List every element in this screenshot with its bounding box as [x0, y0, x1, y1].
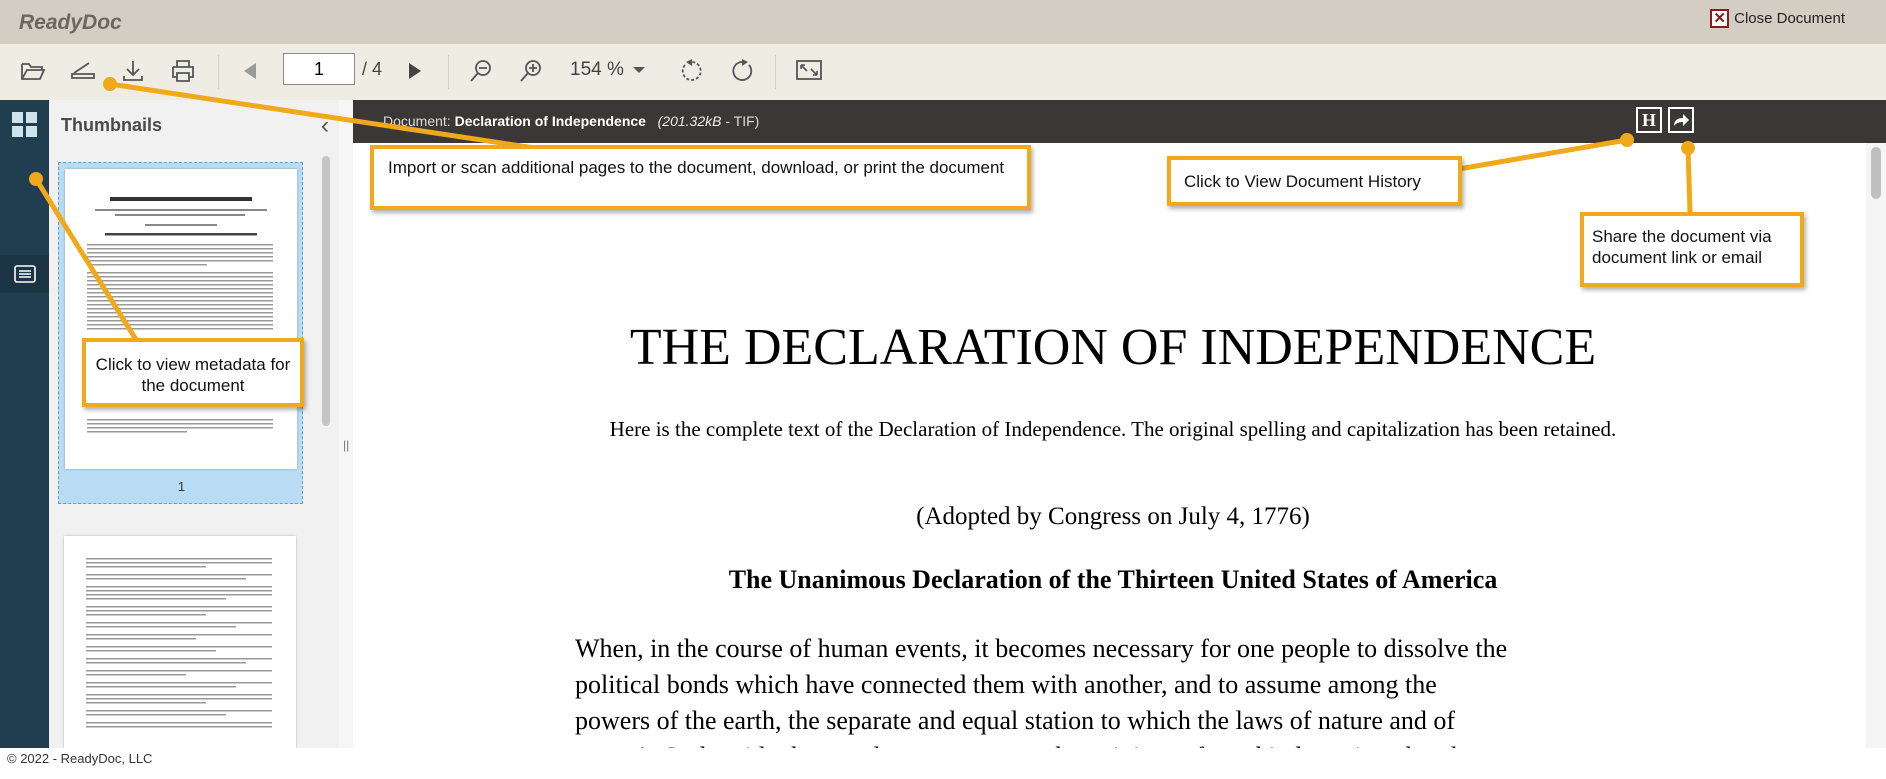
- zoom-in-icon[interactable]: [516, 56, 546, 86]
- sidebar-rail: [0, 100, 49, 748]
- zoom-select[interactable]: 154 %: [570, 59, 646, 81]
- thumbnail-text-preview: [87, 197, 273, 433]
- document-type: - TIF): [725, 113, 760, 129]
- thumbnail-panel: Thumbnails ‹ 1: [49, 100, 340, 748]
- app-title: ReadyDoc: [19, 11, 122, 34]
- thumbnail-page-2[interactable]: [64, 536, 296, 748]
- collapse-panel-icon[interactable]: ‹: [321, 112, 329, 140]
- footer: © 2022 - ReadyDoc, LLC: [0, 748, 1886, 779]
- metadata-list-icon: [13, 265, 36, 283]
- zoom-value: 154 %: [570, 59, 624, 80]
- document-title: THE DECLARATION OF INDEPENDENCE: [629, 319, 1597, 376]
- toolbar-divider: [775, 55, 776, 89]
- document-adopted: (Adopted by Congress on July 4, 1776): [916, 503, 1310, 530]
- copyright-text: © 2022 - ReadyDoc, LLC: [7, 751, 153, 766]
- thumbnail-page-number: 1: [177, 479, 186, 494]
- thumbnail-page-image: [65, 169, 297, 469]
- next-page-icon[interactable]: [400, 56, 430, 86]
- panel-splitter[interactable]: ||: [339, 100, 354, 748]
- document-size: (201.32kB: [657, 113, 722, 129]
- thumbnail-text-preview: [86, 558, 272, 728]
- folder-open-icon[interactable]: [18, 56, 48, 86]
- import-callout: Import or scan additional pages to the d…: [370, 145, 1031, 210]
- close-icon[interactable]: ✕: [1710, 9, 1730, 28]
- share-callout: Share the document via document link or …: [1580, 212, 1804, 287]
- history-callout: Click to View Document History: [1167, 156, 1462, 206]
- metadata-button[interactable]: [0, 255, 49, 293]
- document-scrollbar-thumb[interactable]: [1871, 147, 1881, 199]
- close-document-button[interactable]: ✕ Close Document: [1710, 9, 1845, 28]
- document-name: Declaration of Independence: [454, 113, 646, 129]
- print-icon[interactable]: [168, 56, 198, 86]
- toolbar-divider: [448, 55, 449, 89]
- document-paragraph: When, in the course of human events, it …: [575, 634, 1508, 748]
- close-document-label: Close Document: [1734, 10, 1845, 27]
- download-icon[interactable]: [118, 56, 148, 86]
- rotate-left-icon[interactable]: [677, 56, 707, 86]
- toolbar: / 4 154 %: [0, 44, 1886, 101]
- metadata-callout: Click to view metadata for the document: [82, 338, 304, 407]
- fit-page-icon[interactable]: [794, 56, 824, 86]
- document-subtitle: The Unanimous Declaration of the Thirtee…: [728, 565, 1498, 594]
- page-total: / 4: [362, 59, 383, 79]
- share-button[interactable]: [1668, 107, 1694, 133]
- page-number-input[interactable]: [283, 53, 355, 85]
- prev-page-icon[interactable]: [235, 56, 265, 86]
- document-info: Document: Declaration of Independence (2…: [383, 113, 759, 129]
- thumbnail-header: Thumbnails ‹: [49, 100, 339, 148]
- share-icon: [1674, 114, 1689, 126]
- scan-icon[interactable]: [68, 56, 98, 86]
- thumbnails-title: Thumbnails: [61, 115, 163, 135]
- document-scrollbar[interactable]: [1866, 143, 1886, 748]
- splitter-grip-icon[interactable]: ||: [343, 438, 349, 452]
- toolbar-divider: [218, 55, 219, 89]
- document-history-button[interactable]: H: [1636, 107, 1662, 133]
- document-label: Document:: [383, 113, 451, 129]
- thumbnail-scrollbar[interactable]: [322, 156, 330, 426]
- document-header: Document: Declaration of Independence (2…: [353, 100, 1886, 143]
- zoom-out-icon[interactable]: [466, 56, 496, 86]
- rotate-right-icon[interactable]: [727, 56, 757, 86]
- title-bar: ReadyDoc ✕ Close Document: [0, 0, 1886, 44]
- document-intro: Here is the complete text of the Declara…: [609, 417, 1617, 441]
- thumbnails-grid-icon[interactable]: [12, 112, 37, 142]
- thumbnail-page-1[interactable]: 1: [58, 162, 303, 504]
- chevron-down-icon: [632, 67, 645, 73]
